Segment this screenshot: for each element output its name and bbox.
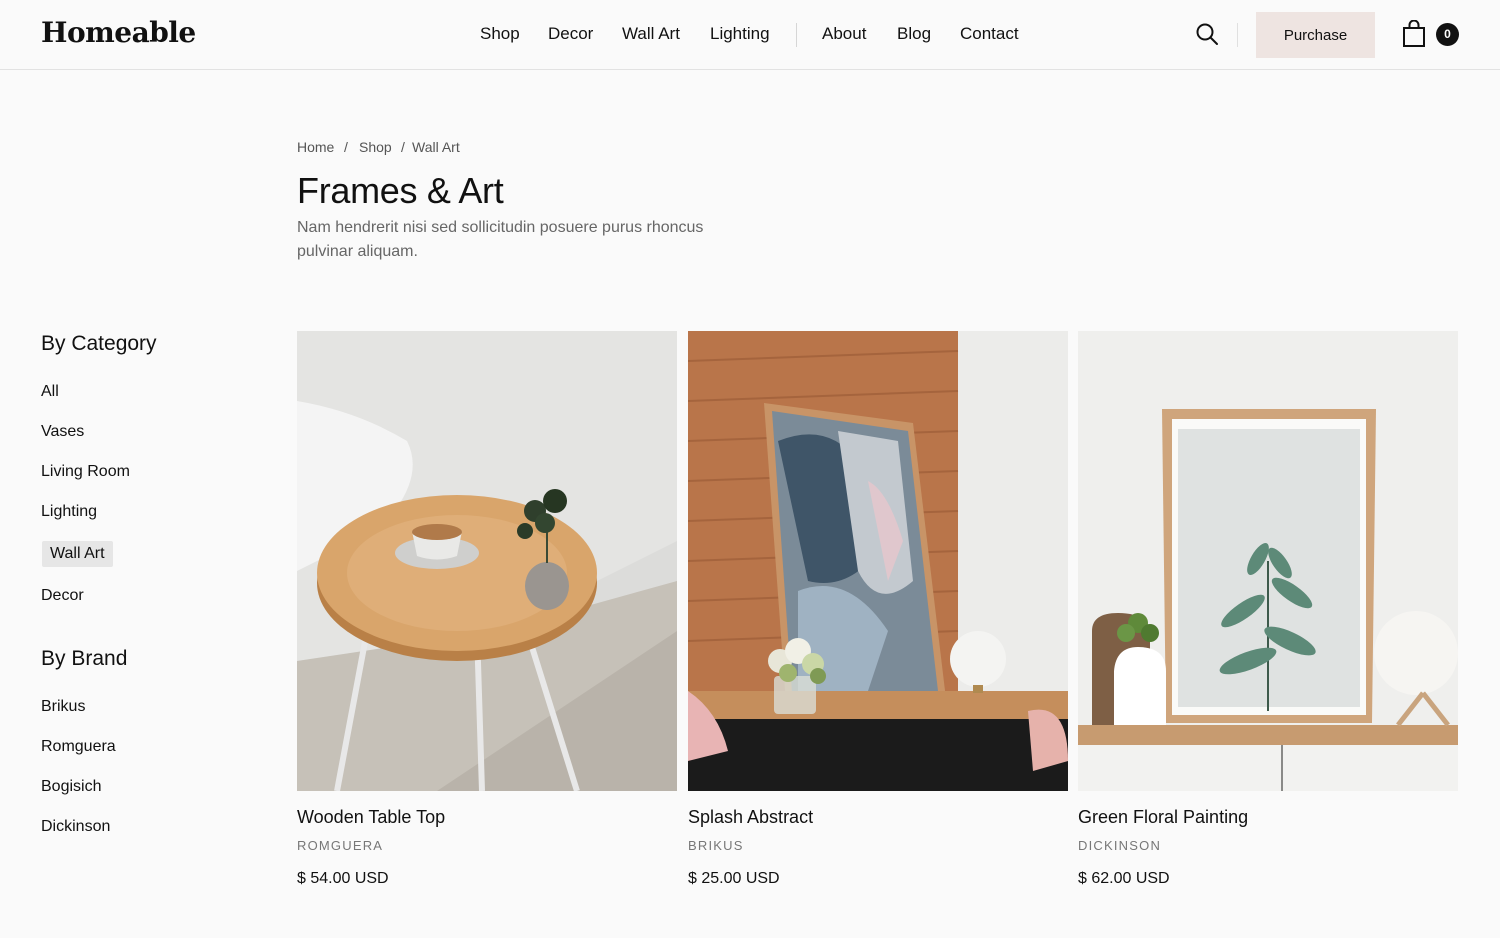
site-header: Homeable Shop Decor Wall Art Lighting Ab…: [0, 0, 1500, 70]
search-icon[interactable]: [1195, 22, 1219, 46]
product-name[interactable]: Green Floral Painting: [1078, 807, 1248, 828]
product-brand: BRIKUS: [688, 838, 744, 853]
brand-bogisich[interactable]: Bogisich: [41, 778, 101, 796]
brand-brikus[interactable]: Brikus: [41, 698, 85, 716]
category-lighting[interactable]: Lighting: [41, 503, 97, 521]
breadcrumb-shop[interactable]: Shop: [359, 139, 392, 155]
category-vases[interactable]: Vases: [41, 423, 84, 441]
category-heading: By Category: [41, 332, 157, 355]
breadcrumb-separator: /: [401, 139, 405, 155]
purchase-button[interactable]: Purchase: [1256, 12, 1375, 58]
nav-about[interactable]: About: [822, 24, 866, 44]
nav-wall-art[interactable]: Wall Art: [622, 24, 680, 44]
product-price: $ 25.00 USD: [688, 870, 780, 887]
product-name[interactable]: Splash Abstract: [688, 807, 813, 828]
header-divider: [1237, 23, 1238, 47]
nav-decor[interactable]: Decor: [548, 24, 593, 44]
brand-romguera[interactable]: Romguera: [41, 738, 116, 756]
nav-shop[interactable]: Shop: [480, 24, 520, 44]
brand-dickinson[interactable]: Dickinson: [41, 818, 110, 836]
product-image-splash-abstract[interactable]: [688, 331, 1068, 791]
breadcrumb-separator: /: [344, 139, 348, 155]
page-title: Frames & Art: [297, 170, 504, 211]
product-price: $ 62.00 USD: [1078, 870, 1170, 887]
brand-heading: By Brand: [41, 647, 128, 670]
nav-divider: [796, 23, 797, 47]
nav-lighting[interactable]: Lighting: [710, 24, 770, 44]
breadcrumb-current: Wall Art: [412, 139, 460, 155]
product-brand: ROMGUERA: [297, 838, 384, 853]
product-brand: DICKINSON: [1078, 838, 1162, 853]
category-wall-art[interactable]: Wall Art: [42, 541, 113, 567]
shopping-bag-icon[interactable]: [1401, 19, 1427, 48]
nav-contact[interactable]: Contact: [960, 24, 1019, 44]
category-living-room[interactable]: Living Room: [41, 463, 130, 481]
product-image-wooden-table[interactable]: [297, 331, 677, 791]
product-name[interactable]: Wooden Table Top: [297, 807, 445, 828]
product-image-green-floral[interactable]: [1078, 331, 1458, 791]
category-decor[interactable]: Decor: [41, 587, 84, 605]
site-logo[interactable]: Homeable: [41, 16, 196, 49]
breadcrumb-home[interactable]: Home: [297, 139, 334, 155]
page-description: Nam hendrerit nisi sed sollicitudin posu…: [297, 219, 704, 260]
cart-count-badge: 0: [1436, 23, 1459, 46]
product-price: $ 54.00 USD: [297, 870, 389, 887]
nav-blog[interactable]: Blog: [897, 24, 931, 44]
category-all[interactable]: All: [41, 383, 59, 401]
